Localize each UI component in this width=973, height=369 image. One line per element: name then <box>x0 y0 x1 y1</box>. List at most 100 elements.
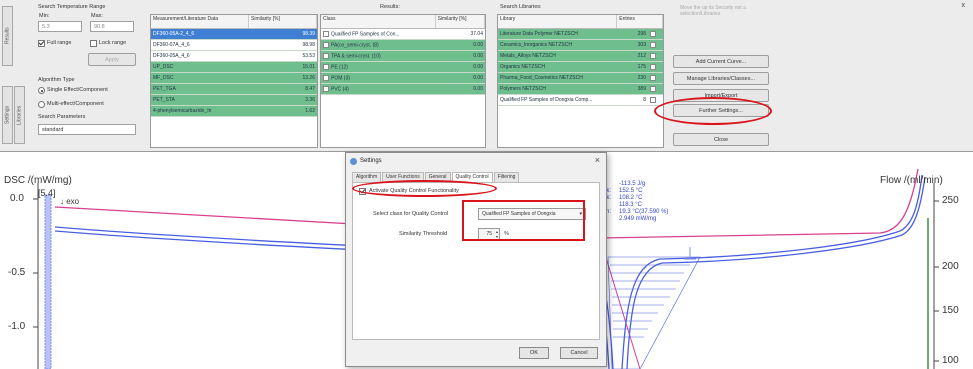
libraries-table-header: Library Entries <box>498 15 663 29</box>
y-axis-right-label: Flow /(ml/min) <box>880 175 943 186</box>
multi-effect-label: Multi-effect/Component <box>47 101 104 107</box>
table-row[interactable]: Metals_Alloys NETZSCH 212 <box>498 51 663 62</box>
highlight-further-settings <box>654 97 772 125</box>
tab-algorithm[interactable]: Algorithm <box>352 172 382 182</box>
column-header-similarity[interactable]: Similarity [%] <box>249 15 317 28</box>
column-header-class[interactable]: Class <box>321 15 436 28</box>
single-effect-radio[interactable] <box>38 87 45 94</box>
column-header-entries[interactable]: Entries <box>617 15 663 28</box>
library-checkbox[interactable] <box>650 53 656 59</box>
column-header-library[interactable]: Library <box>498 15 618 28</box>
annotation-line: 2.949 mW/mg <box>619 216 657 222</box>
results-table-header: Class Similarity [%] <box>321 15 485 29</box>
table-row[interactable]: Pharma_Food_Cosmetics NETZSCH 230 <box>498 73 663 84</box>
lock-range-label: Lock range <box>99 40 127 46</box>
left-tick-label: -0.5 <box>8 267 26 278</box>
close-button[interactable]: Close <box>673 133 769 146</box>
table-row[interactable]: PA(co_semi-cryst. (8) 0.00 <box>321 40 485 51</box>
table-row[interactable]: DF360-05A_4_6 53.53 <box>151 51 317 62</box>
single-effect-label: Single Effect/Component <box>47 87 108 93</box>
table-row[interactable]: Qualified FP Samples of Dongxia Comp... 8 <box>498 95 663 106</box>
expand-icon[interactable] <box>323 86 329 92</box>
annotation-line: 118.3 °C <box>619 202 642 208</box>
library-checkbox[interactable] <box>650 86 656 92</box>
max-temp-input[interactable]: 90.8 <box>90 21 134 32</box>
table-row[interactable]: Organics NETZSCH 175 <box>498 62 663 73</box>
libraries-title: Search Libraries: <box>500 4 542 10</box>
table-row[interactable]: PET_TGA 8.47 <box>151 84 317 95</box>
manage-libraries-button[interactable]: Manage Libraries/Classes... <box>673 72 769 85</box>
column-header-result-similarity[interactable]: Similarity [%] <box>436 15 485 28</box>
similarity-threshold-label: Similarity Threshold <box>399 231 448 237</box>
peak-hatching <box>610 264 690 338</box>
full-range-label: Full range <box>47 40 72 46</box>
expand-icon[interactable] <box>323 42 329 48</box>
ok-button[interactable]: OK <box>519 347 549 359</box>
search-panel: x Results Settings Libraries Search Temp… <box>0 0 973 152</box>
dialog-title-bar: Settings × <box>346 153 606 169</box>
settings-icon <box>350 158 357 165</box>
table-row[interactable]: Literature Data Polymer NETZSCH 298 <box>498 29 663 40</box>
table-row[interactable]: UP_DSC 15.01 <box>151 62 317 73</box>
highlight-qc-fields <box>462 200 585 241</box>
search-params-select[interactable]: standard <box>38 124 136 135</box>
apply-button[interactable]: Apply <box>88 53 136 66</box>
library-checkbox[interactable] <box>650 97 656 103</box>
expand-icon[interactable] <box>323 53 329 59</box>
left-tick-label: 0.0 <box>10 193 24 204</box>
table-row[interactable]: Qualified FP Samples of Con... 37.04 <box>321 29 485 40</box>
table-row[interactable]: Polymers NETZSCH 389 <box>498 84 663 95</box>
annotation-line: ith: 19.3 °C(37.590 %) <box>603 209 669 215</box>
right-tick-label: 200 <box>942 261 959 272</box>
annotation-line: ak: 108.2 °C <box>603 195 643 201</box>
window-close-button[interactable]: x <box>962 2 966 9</box>
add-current-curve-button[interactable]: Add Current Curve... <box>673 55 769 68</box>
right-tick-label: 250 <box>942 195 959 206</box>
vertical-tabs: Results Settings Libraries <box>0 4 26 148</box>
expand-icon[interactable] <box>323 75 329 81</box>
lock-range-checkbox[interactable] <box>90 40 97 47</box>
vtab-results[interactable]: Results <box>2 6 13 66</box>
library-checkbox[interactable] <box>650 64 656 70</box>
results-table: Class Similarity [%] Qualified FP Sample… <box>320 14 486 148</box>
annotation-line: ak: 152.5 °C <box>603 188 643 194</box>
measurement-table-header: Measurement/Literature Data Similarity [… <box>151 15 317 29</box>
min-temp-input[interactable]: 5.3 <box>38 21 82 32</box>
algorithm-title: Algorithm Type <box>38 77 75 83</box>
exo-label: ↓ exo <box>60 197 80 206</box>
y-axis-left-label: DSC /(mW/mg) <box>4 175 72 186</box>
multi-effect-radio[interactable] <box>38 101 45 108</box>
results-title: Results: <box>380 4 400 10</box>
max-label: Max: <box>91 13 103 19</box>
dialog-title: Settings <box>360 158 382 164</box>
segment-marker <box>44 194 52 369</box>
tab-filtering[interactable]: Filtering <box>493 172 520 182</box>
vtab-settings[interactable]: Settings <box>2 86 13 144</box>
table-row[interactable]: MF_DSC 13.26 <box>151 73 317 84</box>
table-row[interactable]: PET_STA 3.36 <box>151 95 317 106</box>
right-tick-label: 150 <box>942 305 959 316</box>
step-label: [5.4] <box>38 188 56 198</box>
highlight-activate-qc <box>352 180 497 197</box>
min-label: Min: <box>39 13 50 19</box>
library-checkbox[interactable] <box>650 42 656 48</box>
table-row[interactable]: Ceramics_Inorganics NETZSCH 303 <box>498 40 663 51</box>
dialog-close-button[interactable]: × <box>595 155 600 165</box>
vtab-libraries[interactable]: Libraries <box>14 86 25 144</box>
left-tick-label: -1.0 <box>8 321 26 332</box>
expand-icon[interactable] <box>323 31 329 37</box>
table-row[interactable]: DF360-05A-2_4_6 98.39 <box>151 29 317 40</box>
table-row[interactable]: TPA & semi-cryst. (10) 0.00 <box>321 51 485 62</box>
table-row[interactable]: 4-phenylsemicarbazide_In 1.62 <box>151 106 317 117</box>
table-row[interactable]: DF360-07A_4_6 98.98 <box>151 40 317 51</box>
library-checkbox[interactable] <box>650 31 656 37</box>
search-params-title: Search Parameters <box>38 114 86 120</box>
cancel-button[interactable]: Cancel <box>560 347 598 359</box>
column-header-measurement[interactable]: Measurement/Literature Data <box>151 15 249 28</box>
table-row[interactable]: PE (12) 0.00 <box>321 62 485 73</box>
expand-icon[interactable] <box>323 64 329 70</box>
library-checkbox[interactable] <box>650 75 656 81</box>
table-row[interactable]: PVC (4) 0.00 <box>321 84 485 95</box>
table-row[interactable]: POM (3) 0.00 <box>321 73 485 84</box>
full-range-checkbox[interactable] <box>38 40 45 47</box>
